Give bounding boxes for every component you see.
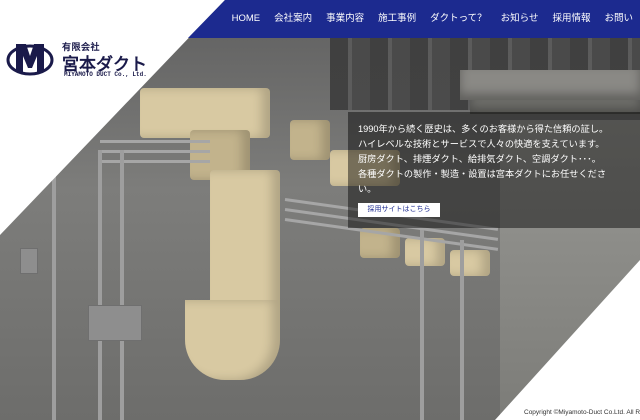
- nav-item-works[interactable]: 施工事例: [371, 0, 423, 38]
- copyright-text: Copyright ©Miyamoto-Duct Co.Ltd. All Rig: [524, 409, 640, 416]
- logo-english-name: MIYAMOTO DUCT Co., Ltd.: [64, 71, 147, 78]
- conduit: [98, 150, 102, 420]
- nav-item-news[interactable]: お知らせ: [494, 0, 546, 38]
- conduit: [420, 230, 424, 420]
- hero-line: 1990年から続く歴史は、多くのお客様から得た信頼の証し。: [358, 124, 609, 134]
- recruit-site-button[interactable]: 採用サイトはこちら: [358, 203, 440, 217]
- duct-segment: [450, 250, 490, 276]
- hero-text: 1990年から続く歴史は、多くのお客様から得た信頼の証し。 ハイレベルな技術とサ…: [358, 122, 640, 197]
- nav-item-business[interactable]: 事業内容: [319, 0, 371, 38]
- nav-item-home[interactable]: HOME: [225, 0, 268, 38]
- ceiling-beam: [460, 70, 640, 100]
- nav-item-company[interactable]: 会社案内: [267, 0, 319, 38]
- electrical-box: [20, 248, 38, 274]
- nav-item-recruit[interactable]: 採用情報: [545, 0, 597, 38]
- hero-line: い。: [358, 184, 377, 194]
- electrical-box: [88, 305, 142, 341]
- hero-line: 厨房ダクト、排煙ダクト、給排気ダクト、空調ダクト･･･。: [358, 154, 601, 164]
- hero-line: ハイレベルな技術とサービスで人々の快適を支えています。: [358, 139, 605, 149]
- pipe: [100, 150, 210, 153]
- conduit: [460, 240, 464, 420]
- duct-bottom: [185, 300, 280, 380]
- nav-item-about-duct[interactable]: ダクトって？: [423, 0, 494, 38]
- conduit: [52, 170, 56, 420]
- nav-item-contact[interactable]: お問い: [597, 0, 640, 38]
- main-nav: HOME 会社案内 事業内容 施工事例 ダクトって？ お知らせ 採用情報 お問い: [225, 0, 640, 38]
- conduit: [120, 150, 124, 420]
- pipe: [100, 160, 210, 163]
- duct-segment: [290, 120, 330, 160]
- pipe: [100, 140, 210, 143]
- hero-line: 各種ダクトの製作・製造・設置は宮本ダクトにお任せくださ: [358, 169, 607, 179]
- logo-mark-icon: [6, 44, 54, 76]
- company-logo[interactable]: 有限会社 宮本ダクト MIYAMOTO DUCT Co., Ltd.: [6, 38, 156, 82]
